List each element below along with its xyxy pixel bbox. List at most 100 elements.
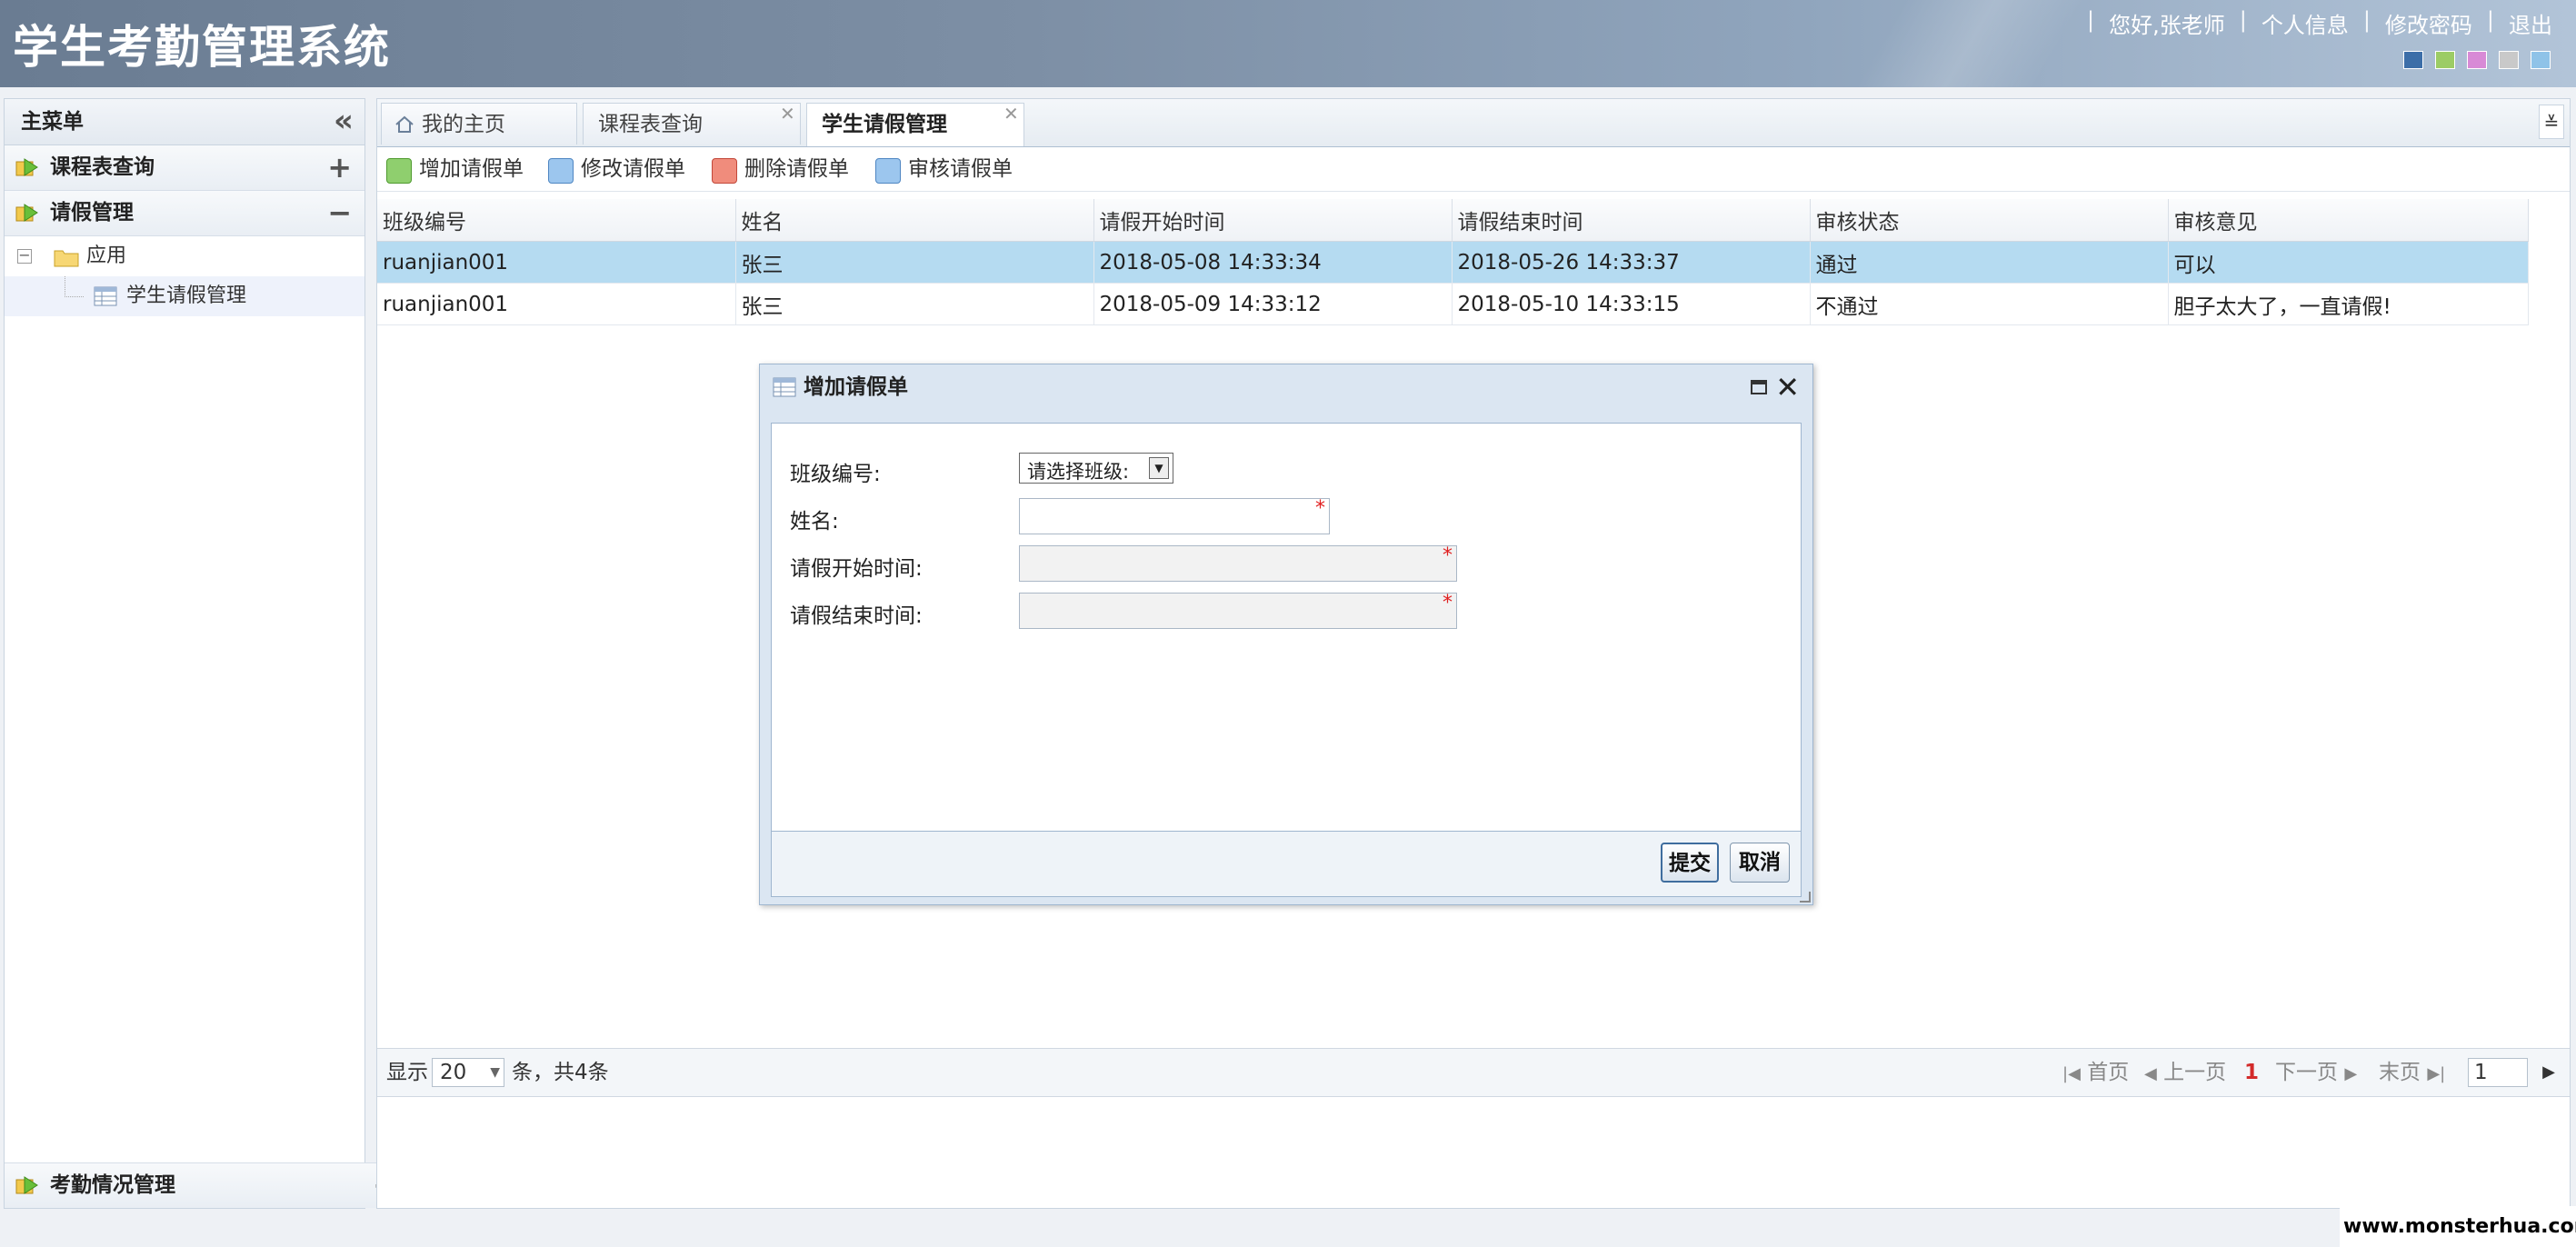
page-size-value: 20: [440, 1061, 467, 1084]
panel-schedule-query[interactable]: 课程表查询 +: [5, 145, 364, 191]
theme-swatch-2[interactable]: [2435, 51, 2455, 69]
table-cell: 2018-05-10 14:33:15: [1452, 283, 1811, 325]
close-icon[interactable]: ✕: [780, 102, 795, 125]
watermark: www.monsterhua.com: [2340, 1206, 2576, 1247]
submit-button[interactable]: 提交: [1661, 843, 1719, 883]
table-row[interactable]: ruanjian001 张三 2018-05-08 14:33:34 2018-…: [377, 241, 2529, 284]
table-icon: [773, 377, 796, 397]
table-row[interactable]: ruanjian001 张三 2018-05-09 14:33:12 2018-…: [377, 283, 2529, 325]
table-cell: 2018-05-26 14:33:37: [1452, 241, 1811, 284]
panel-label: 考勤情况管理: [50, 1173, 175, 1197]
dialog-form: 班级编号: 请选择班级: ▼ 姓名: * 请假开始时间: * 请假结束时间: *: [771, 423, 1802, 832]
expand-icon[interactable]: +: [327, 145, 352, 190]
tab-menu-icon[interactable]: ≚: [2539, 105, 2564, 139]
button-label: 删除请假单: [744, 157, 849, 181]
last-page-button[interactable]: 末页 ▶|: [2379, 1049, 2445, 1098]
tree-folder-app[interactable]: − 应用: [5, 236, 364, 276]
required-mark: *: [1315, 497, 1325, 520]
panel-label: 课程表查询: [50, 155, 155, 179]
profile-link[interactable]: 个人信息: [2261, 7, 2349, 39]
column-header[interactable]: 请假开始时间: [1093, 199, 1453, 242]
collapse-icon[interactable]: −: [327, 191, 352, 235]
delete-leave-button[interactable]: 删除请假单: [708, 147, 849, 191]
module-icon: [15, 204, 38, 222]
end-time-input[interactable]: *: [1019, 593, 1457, 629]
leave-grid: 班级编号 姓名 请假开始时间 请假结束时间 审核状态 审核意见 ruanjian…: [377, 199, 2529, 325]
table-cell: 2018-05-09 14:33:12: [1093, 283, 1453, 325]
table-cell: ruanjian001: [377, 241, 736, 284]
prev-page-button[interactable]: ◀ 上一页: [2144, 1049, 2226, 1098]
required-mark: *: [1443, 544, 1453, 567]
collapse-left-icon[interactable]: «: [334, 99, 354, 143]
sidebar-header: 主菜单 «: [5, 99, 364, 145]
chevron-down-icon: ▼: [490, 1065, 500, 1080]
tab-schedule-query[interactable]: 课程表查询 ✕: [583, 103, 801, 145]
theme-swatch-5[interactable]: [2531, 51, 2551, 69]
separator: |: [2239, 7, 2247, 33]
edit-leave-button[interactable]: 修改请假单: [544, 147, 685, 191]
add-leave-button[interactable]: 增加请假单: [383, 147, 524, 191]
review-leave-button[interactable]: 审核请假单: [872, 147, 1013, 191]
tab-label: 我的主页: [422, 113, 505, 136]
toolbar: 增加请假单 修改请假单 删除请假单 审核请假单: [377, 147, 2570, 192]
table-cell: 2018-05-08 14:33:34: [1093, 241, 1453, 284]
folder-icon: [54, 250, 79, 267]
class-code-label: 班级编号:: [790, 463, 881, 486]
maximize-icon[interactable]: [1751, 380, 1767, 394]
separator: |: [2486, 7, 2494, 33]
dialog-header[interactable]: 增加请假单 ✕: [760, 364, 1812, 410]
dialog-footer: 提交 取消: [771, 832, 1802, 897]
goto-page-input[interactable]: 1: [2468, 1058, 2528, 1087]
panel-attendance-management[interactable]: 考勤情况管理 +: [5, 1162, 410, 1208]
go-arrow-icon[interactable]: ▶: [2535, 1058, 2562, 1087]
close-icon[interactable]: ✕: [1775, 364, 1800, 410]
last-page-label: 末页: [2379, 1061, 2421, 1084]
tab-student-leave[interactable]: 学生请假管理 ✕: [806, 103, 1024, 146]
tab-home[interactable]: 我的主页: [381, 103, 577, 145]
button-label: 增加请假单: [419, 157, 524, 181]
column-header[interactable]: 请假结束时间: [1452, 199, 1811, 242]
theme-swatch-1[interactable]: [2403, 51, 2423, 69]
add-leave-dialog: 增加请假单 ✕ 班级编号: 请选择班级: ▼ 姓名: * 请假开始时间: * 请…: [759, 364, 1813, 905]
pagination-bar: 显示 20 ▼ 条，共4条 |◀ 首页 ◀ 上一页 1 下一页 ▶ 末页 ▶| …: [377, 1048, 2570, 1097]
name-input[interactable]: *: [1019, 498, 1330, 534]
leave-table: 班级编号 姓名 请假开始时间 请假结束时间 审核状态 审核意见 ruanjian…: [377, 199, 2529, 325]
separator: |: [2362, 7, 2371, 33]
column-header[interactable]: 班级编号: [377, 199, 736, 242]
page-size-select[interactable]: 20 ▼: [432, 1058, 504, 1087]
cancel-button[interactable]: 取消: [1730, 843, 1790, 883]
greeting-text: 您好,张老师: [2109, 13, 2225, 38]
prev-page-label: 上一页: [2163, 1061, 2227, 1084]
last-page-icon: ▶|: [2427, 1064, 2446, 1083]
resize-handle-icon[interactable]: [1800, 892, 1811, 903]
close-icon[interactable]: ✕: [1003, 102, 1019, 125]
column-header[interactable]: 姓名: [735, 199, 1094, 242]
table-cell: 张三: [735, 283, 1094, 325]
app-header: 学生考勤管理系统 | 您好,张老师 | 个人信息 | 修改密码 | 退出: [0, 0, 2576, 87]
change-password-link[interactable]: 修改密码: [2385, 7, 2472, 39]
tree-collapse-icon[interactable]: −: [17, 248, 32, 264]
theme-switcher: [2403, 51, 2551, 69]
theme-swatch-4[interactable]: [2499, 51, 2519, 69]
start-time-input[interactable]: *: [1019, 545, 1457, 582]
column-header[interactable]: 审核意见: [2168, 199, 2529, 242]
table-cell: ruanjian001: [377, 283, 736, 325]
sidebar-title: 主菜单: [21, 110, 84, 134]
edit-icon: [548, 158, 574, 184]
tree-item-student-leave[interactable]: 学生请假管理: [5, 276, 364, 316]
class-select[interactable]: 请选择班级: ▼: [1019, 453, 1173, 484]
next-page-label: 下一页: [2275, 1061, 2338, 1084]
panel-label: 请假管理: [50, 201, 134, 224]
theme-swatch-3[interactable]: [2467, 51, 2487, 69]
next-page-button[interactable]: 下一页 ▶: [2275, 1049, 2357, 1098]
table-cell: 张三: [735, 241, 1094, 284]
class-select-value: 请选择班级:: [1027, 461, 1130, 483]
logout-link[interactable]: 退出: [2509, 7, 2552, 39]
start-time-label: 请假开始时间:: [790, 557, 923, 581]
table-icon: [94, 286, 117, 306]
first-page-button[interactable]: |◀ 首页: [2062, 1049, 2129, 1098]
page-size-prefix: 显示: [386, 1061, 428, 1084]
column-header[interactable]: 审核状态: [1810, 199, 2169, 242]
panel-leave-management[interactable]: 请假管理 −: [5, 191, 364, 236]
app-title: 学生考勤管理系统: [13, 21, 391, 74]
